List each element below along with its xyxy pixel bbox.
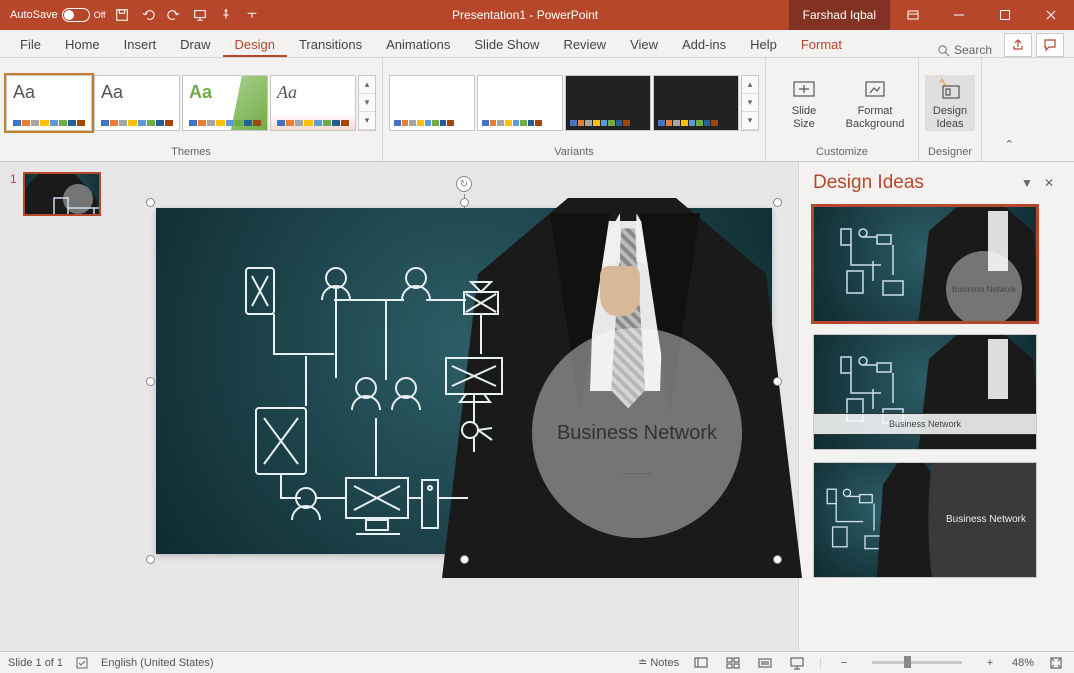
tab-view[interactable]: View: [618, 31, 670, 57]
design-idea-1[interactable]: Business Network: [813, 206, 1037, 322]
tab-format[interactable]: Format: [789, 31, 854, 57]
design-ideas-list[interactable]: Business Network Business Network Busine…: [799, 200, 1074, 651]
zoom-slider[interactable]: [872, 661, 962, 664]
rotation-handle[interactable]: [456, 176, 472, 192]
variant-2[interactable]: [477, 75, 563, 131]
undo-button[interactable]: [138, 5, 158, 25]
format-background-icon: [861, 75, 889, 103]
tab-help[interactable]: Help: [738, 31, 789, 57]
tab-slide-show[interactable]: Slide Show: [462, 31, 551, 57]
slide-title: Business Network: [557, 422, 717, 445]
slide-sorter-button[interactable]: [723, 655, 743, 671]
search-label: Search: [954, 43, 992, 57]
slide-counter[interactable]: Slide 1 of 1: [8, 657, 63, 669]
slide-number: 1: [10, 172, 17, 216]
slide-editor[interactable]: Business Network: [130, 162, 798, 651]
themes-more-button[interactable]: ▴▾▾: [358, 75, 376, 131]
theme-gallery-4[interactable]: Aa: [270, 75, 356, 131]
slideshow-view-button[interactable]: [787, 655, 807, 671]
user-account-button[interactable]: Farshad Iqbal: [789, 0, 890, 30]
language-button[interactable]: English (United States): [101, 657, 214, 669]
customize-group-label: Customize: [816, 144, 868, 161]
variant-3[interactable]: [565, 75, 651, 131]
design-ideas-pane: Design Ideas ▼ ✕ Business Network Busine…: [798, 162, 1074, 651]
share-button[interactable]: [1004, 33, 1032, 57]
tab-review[interactable]: Review: [551, 31, 618, 57]
design-ideas-button[interactable]: Design Ideas: [925, 75, 975, 130]
resize-handle[interactable]: [146, 555, 155, 564]
slide-canvas[interactable]: Business Network: [156, 208, 772, 554]
window-close-button[interactable]: [1028, 0, 1074, 30]
status-bar: Slide 1 of 1 English (United States) ≐ N…: [0, 651, 1074, 673]
tab-draw[interactable]: Draw: [168, 31, 222, 57]
spellcheck-button[interactable]: [75, 656, 89, 670]
slide-thumbnail-image: [23, 172, 101, 216]
collapse-ribbon-button[interactable]: ˆ: [982, 58, 1016, 161]
design-idea-3[interactable]: Business Network: [813, 462, 1037, 578]
pane-title: Design Ideas: [813, 172, 1016, 194]
notes-button[interactable]: ≐ Notes: [638, 656, 679, 669]
comments-button[interactable]: [1036, 33, 1064, 57]
pane-options-button[interactable]: ▼: [1016, 176, 1038, 190]
ribbon: Aa Aa Aa Aa ▴▾▾ Themes: [0, 58, 1074, 162]
start-slideshow-button[interactable]: [190, 5, 210, 25]
design-idea-2[interactable]: Business Network: [813, 334, 1037, 450]
tab-home[interactable]: Home: [53, 31, 112, 57]
designer-group-label: Designer: [928, 144, 972, 161]
slide-thumbnail-panel: 1: [0, 162, 130, 651]
format-background-button[interactable]: Format Background: [838, 75, 912, 130]
normal-view-button[interactable]: [691, 655, 711, 671]
theme-facet[interactable]: Aa: [182, 75, 268, 131]
themes-group-label: Themes: [171, 144, 211, 161]
autosave-label: AutoSave: [10, 9, 58, 21]
slide-size-button[interactable]: Slide Size: [772, 75, 836, 130]
tab-file[interactable]: File: [8, 31, 53, 57]
save-button[interactable]: [112, 5, 132, 25]
redo-button[interactable]: [164, 5, 184, 25]
slide-thumbnail-1[interactable]: 1: [10, 172, 120, 216]
variants-more-button[interactable]: ▴▾▾: [741, 75, 759, 131]
title-bubble: Business Network: [532, 328, 742, 538]
zoom-out-button[interactable]: −: [834, 655, 854, 671]
toggle-off-icon: [62, 8, 90, 22]
ribbon-display-button[interactable]: [890, 0, 936, 30]
title-bar: AutoSave Off Presentation1 - PowerPoint …: [0, 0, 1074, 30]
pane-close-button[interactable]: ✕: [1038, 176, 1060, 190]
tab-insert[interactable]: Insert: [112, 31, 169, 57]
ribbon-tabs: File Home Insert Draw Design Transitions…: [0, 30, 1074, 58]
qat-customize-button[interactable]: [242, 5, 262, 25]
tab-design[interactable]: Design: [223, 31, 287, 57]
variants-group-label: Variants: [554, 144, 594, 161]
design-ideas-icon: [936, 75, 964, 103]
window-maximize-button[interactable]: [982, 0, 1028, 30]
theme-office[interactable]: Aa: [6, 75, 92, 131]
variant-4[interactable]: [653, 75, 739, 131]
autosave-toggle[interactable]: AutoSave Off: [10, 8, 106, 22]
reading-view-button[interactable]: [755, 655, 775, 671]
variant-1[interactable]: [389, 75, 475, 131]
zoom-level[interactable]: 48%: [1012, 657, 1034, 669]
touch-mode-button[interactable]: [216, 5, 236, 25]
resize-handle[interactable]: [146, 198, 155, 207]
zoom-in-button[interactable]: +: [980, 655, 1000, 671]
theme-variant-2[interactable]: Aa: [94, 75, 180, 131]
window-minimize-button[interactable]: [936, 0, 982, 30]
document-title: Presentation1 - PowerPoint: [262, 8, 789, 22]
tab-add-ins[interactable]: Add-ins: [670, 31, 738, 57]
network-diagram: [216, 248, 536, 548]
slide-size-icon: [790, 75, 818, 103]
workspace: 1: [0, 162, 1074, 651]
fit-to-window-button[interactable]: [1046, 655, 1066, 671]
resize-handle[interactable]: [146, 377, 155, 386]
tab-transitions[interactable]: Transitions: [287, 31, 374, 57]
tab-animations[interactable]: Animations: [374, 31, 462, 57]
search-button[interactable]: Search: [927, 43, 1002, 57]
autosave-state: Off: [94, 10, 106, 20]
